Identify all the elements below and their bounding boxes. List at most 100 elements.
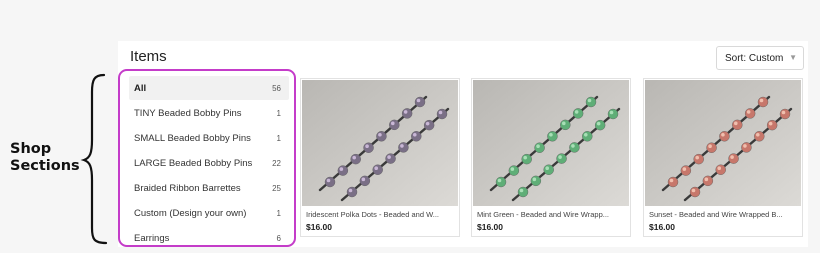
bead-highlight <box>532 177 537 182</box>
bead-highlight <box>549 132 553 137</box>
bead-highlight <box>352 155 357 160</box>
bead <box>346 186 358 198</box>
bead-highlight <box>536 144 540 149</box>
bead <box>372 164 383 175</box>
bead <box>680 165 692 176</box>
bead <box>572 108 584 119</box>
bead-highlight <box>759 98 764 103</box>
bead-highlight <box>326 178 331 183</box>
bead <box>585 96 597 108</box>
section-item-large-beaded-bobby-pins[interactable]: LARGE Beaded Bobby Pins 22 <box>129 151 289 175</box>
listing-title: Sunset - Beaded and Wire Wrapped B... <box>649 210 783 219</box>
bead-highlight <box>733 121 738 126</box>
listing-title: Iridescent Polka Dots - Beaded and W... <box>306 210 439 219</box>
section-label: LARGE Beaded Bobby Pins <box>134 158 253 169</box>
bead <box>543 164 554 175</box>
listing-card[interactable]: Mint Green - Beaded and Wire Wrapp... $1… <box>471 78 631 237</box>
bead <box>337 165 349 176</box>
section-item-tiny-beaded-bobby-pins[interactable]: TINY Beaded Bobby Pins 1 <box>129 101 289 125</box>
bead-highlight <box>609 110 614 115</box>
bead <box>401 108 413 119</box>
section-item-custom[interactable]: Custom (Design your own) 1 <box>129 201 289 225</box>
bead-highlight <box>708 144 712 149</box>
bead-highlight <box>721 132 725 137</box>
section-count: 1 <box>276 109 281 118</box>
bead-highlight <box>717 166 722 171</box>
bead-highlight <box>743 144 747 148</box>
bead <box>754 131 765 142</box>
bead-highlight <box>510 167 515 171</box>
bead-highlight <box>558 155 562 159</box>
chevron-down-icon: ▼ <box>789 53 797 62</box>
bead-highlight <box>587 98 592 103</box>
section-label: All <box>134 83 147 94</box>
bobby-pin-photo <box>302 80 458 206</box>
section-label: SMALL Beaded Bobby Pins <box>134 133 251 144</box>
bead <box>556 153 567 164</box>
sort-dropdown[interactable]: Sort: Custom ▼ <box>716 46 804 70</box>
annotation-label-line-1: Shop <box>10 141 52 157</box>
bead <box>569 142 580 153</box>
listing-card[interactable]: Sunset - Beaded and Wire Wrapped B... $1… <box>643 78 803 237</box>
bead <box>517 186 529 198</box>
bead-highlight <box>596 121 601 126</box>
bead-highlight <box>365 144 369 149</box>
bead <box>728 153 739 164</box>
listing-card[interactable]: Iridescent Polka Dots - Beaded and W... … <box>300 78 460 237</box>
bead <box>508 165 520 176</box>
bead <box>350 153 361 165</box>
bead-highlight <box>348 188 353 193</box>
bead-highlight <box>571 144 575 148</box>
listing-photo <box>302 80 458 206</box>
bead-highlight <box>387 155 391 159</box>
curly-brace-icon <box>80 73 108 245</box>
bead-highlight <box>361 177 366 182</box>
bead-highlight <box>519 188 524 193</box>
bead <box>594 119 606 131</box>
bead-highlight <box>574 110 579 114</box>
bead <box>693 153 704 165</box>
bead-highlight <box>704 177 709 182</box>
listing-photo <box>473 80 629 206</box>
bead <box>744 108 756 119</box>
items-heading: Items <box>130 48 167 65</box>
bead <box>414 96 426 108</box>
bead <box>436 108 448 120</box>
section-label: Custom (Design your own) <box>134 208 247 219</box>
bead <box>582 131 593 142</box>
section-item-earrings[interactable]: Earrings 6 <box>129 226 289 250</box>
bead-highlight <box>545 166 550 171</box>
section-label: TINY Beaded Bobby Pins <box>134 108 242 119</box>
bead <box>389 119 400 131</box>
bead <box>706 142 717 153</box>
bead-highlight <box>523 155 528 160</box>
bead-highlight <box>378 132 382 137</box>
bead-highlight <box>561 121 566 126</box>
section-count: 6 <box>276 234 281 243</box>
section-item-all[interactable]: All 56 <box>129 76 289 100</box>
bead-highlight <box>416 98 421 103</box>
section-count: 1 <box>276 209 281 218</box>
section-item-braided-ribbon-barrettes[interactable]: Braided Ribbon Barrettes 25 <box>129 176 289 200</box>
bead <box>385 153 396 164</box>
section-item-small-beaded-bobby-pins[interactable]: SMALL Beaded Bobby Pins 1 <box>129 126 289 150</box>
section-label: Braided Ribbon Barrettes <box>134 183 241 194</box>
listing-photo <box>645 80 801 206</box>
bead <box>547 131 558 142</box>
bobby-pin-photo <box>473 80 629 206</box>
bead <box>766 119 778 131</box>
bead-highlight <box>412 132 417 137</box>
bead <box>363 142 374 153</box>
bead-highlight <box>730 155 734 159</box>
sort-label: Sort: Custom <box>725 53 784 64</box>
bead-highlight <box>438 110 443 115</box>
shop-sections-list: All 56 TINY Beaded Bobby Pins 1 SMALL Be… <box>118 69 296 247</box>
bead-highlight <box>768 121 773 126</box>
bead <box>732 119 743 131</box>
bead-highlight <box>497 178 502 183</box>
section-count: 1 <box>276 134 281 143</box>
bead <box>376 131 387 142</box>
bead <box>359 175 371 187</box>
shop-items-panel: Items Sort: Custom ▼ All 56 TINY Beaded … <box>118 41 808 247</box>
bead-highlight <box>390 121 395 126</box>
